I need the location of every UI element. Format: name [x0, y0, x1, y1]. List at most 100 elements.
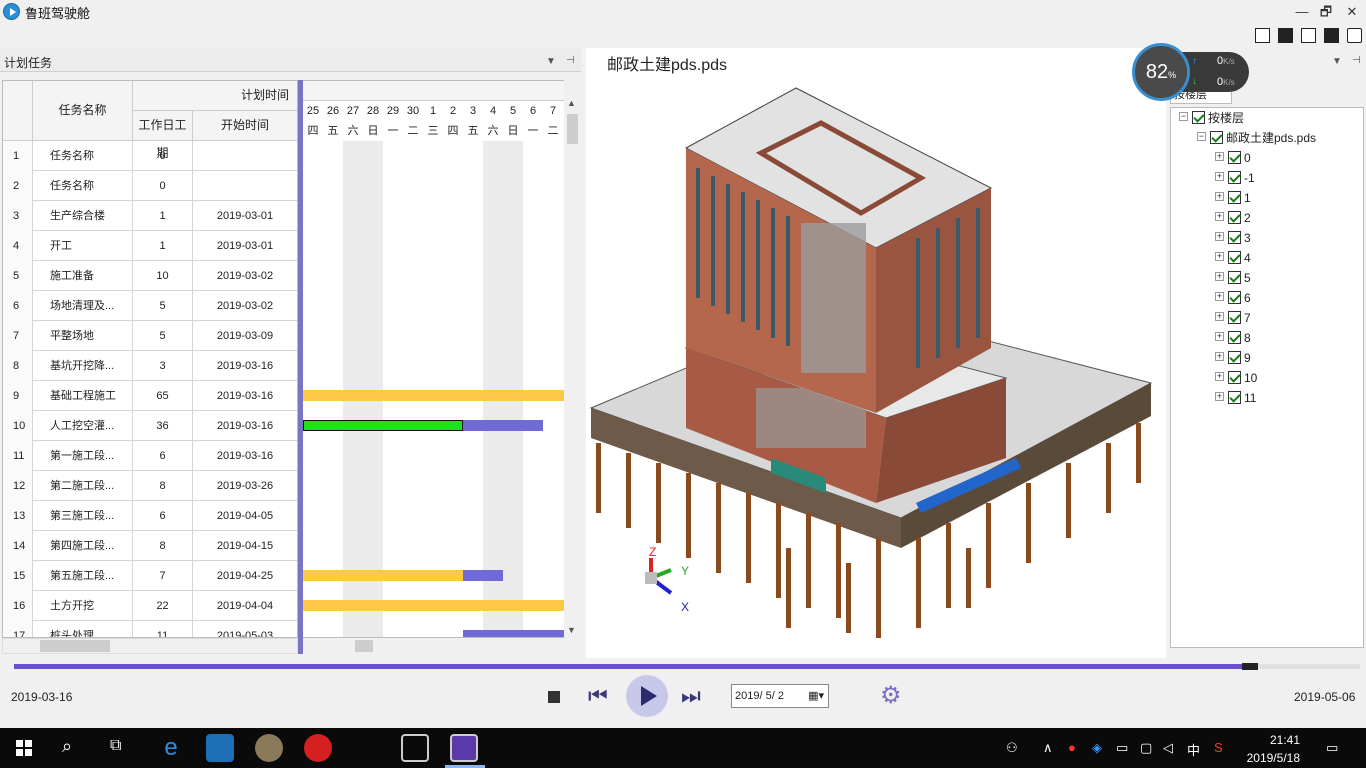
table-row[interactable]: 6 场地清理及... 5 2019-03-02	[3, 291, 297, 321]
tree-node-file[interactable]: − 邮政土建pds.pds	[1197, 128, 1316, 148]
checkbox[interactable]	[1228, 151, 1241, 164]
gantt-task-bar[interactable]	[463, 420, 543, 431]
grid-hscroll-thumb[interactable]	[40, 640, 110, 652]
checkbox[interactable]	[1210, 131, 1223, 144]
expand-toggle-icon[interactable]: +	[1215, 152, 1224, 161]
tree-node-floor[interactable]: +4	[1215, 248, 1251, 268]
checkbox[interactable]	[1228, 351, 1241, 364]
table-row[interactable]: 14 第四施工段... 8 2019-04-15	[3, 531, 297, 561]
timeline-knob[interactable]	[1242, 663, 1258, 670]
settings-gear-icon[interactable]: ⚙	[880, 684, 902, 708]
table-row[interactable]: 12 第二施工段... 8 2019-03-26	[3, 471, 297, 501]
gantt-task-bar[interactable]	[303, 570, 463, 581]
restore-button[interactable]: 🗗	[1314, 2, 1338, 22]
table-row[interactable]: 3 生产综合楼 1 2019-03-01	[3, 201, 297, 231]
close-button[interactable]: ✕	[1340, 2, 1364, 22]
table-row[interactable]: 9 基础工程施工 65 2019-03-16	[3, 381, 297, 411]
expand-toggle-icon[interactable]: +	[1215, 352, 1224, 361]
checkbox[interactable]	[1228, 291, 1241, 304]
checkbox[interactable]	[1228, 251, 1241, 264]
expand-toggle-icon[interactable]: +	[1215, 232, 1224, 241]
panel-dropdown-icon[interactable]: ▼	[546, 56, 556, 67]
task-view-icon[interactable]: ⧉	[110, 737, 121, 755]
tree-node-root[interactable]: − 按楼层	[1179, 108, 1244, 128]
checkbox[interactable]	[1228, 311, 1241, 324]
tree-node-floor[interactable]: +0	[1215, 148, 1251, 168]
app-cluster-icon[interactable]	[255, 734, 283, 762]
table-row[interactable]: 7 平整场地 5 2019-03-09	[3, 321, 297, 351]
expand-toggle-icon[interactable]: +	[1215, 392, 1224, 401]
memory-usage-gauge[interactable]: 82%	[1132, 43, 1190, 101]
tree-node-floor[interactable]: +7	[1215, 308, 1251, 328]
model-viewport[interactable]	[586, 48, 1166, 658]
tree-node-floor[interactable]: +9	[1215, 348, 1251, 368]
scroll-up-icon[interactable]: ▲	[567, 98, 576, 108]
solid-view-icon[interactable]	[1324, 28, 1339, 43]
scrollbar-thumb[interactable]	[567, 114, 578, 144]
ime-indicator[interactable]: 中	[1187, 740, 1200, 759]
previous-button[interactable]: ⏮	[588, 682, 608, 710]
volume-icon[interactable]: ◁	[1163, 740, 1173, 756]
gantt-task-bar[interactable]	[303, 600, 564, 611]
g-app-icon[interactable]	[401, 734, 429, 762]
grid-vertical-scrollbar[interactable]	[564, 96, 581, 638]
checkbox[interactable]	[1228, 371, 1241, 384]
gantt-hscroll-thumb[interactable]	[355, 640, 373, 652]
search-icon[interactable]: ⌕	[62, 736, 72, 757]
expand-toggle-icon[interactable]: +	[1215, 212, 1224, 221]
table-row[interactable]: 17 桩头处理 11 2019-05-03	[3, 621, 297, 637]
table-row[interactable]: 13 第三施工段... 6 2019-04-05	[3, 501, 297, 531]
gantt-task-bar[interactable]	[303, 390, 564, 401]
tree-node-floor[interactable]: + -1	[1215, 168, 1255, 188]
checkbox[interactable]	[1228, 211, 1241, 224]
table-row[interactable]: 15 第五施工段... 7 2019-04-25	[3, 561, 297, 591]
checkbox[interactable]	[1228, 191, 1241, 204]
tray-expand-icon[interactable]: ∧	[1043, 740, 1053, 756]
expand-toggle-icon[interactable]: +	[1215, 292, 1224, 301]
expand-toggle-icon[interactable]: −	[1179, 112, 1188, 121]
tree-node-floor[interactable]: +1	[1215, 188, 1251, 208]
calendar-icon[interactable]: ▦▾	[808, 685, 824, 707]
taskbar-clock[interactable]: 21:41 2019/5/18	[1240, 731, 1300, 767]
current-date-picker[interactable]: 2019/ 5/ 2 ▦▾	[731, 684, 829, 708]
checkbox[interactable]	[1228, 271, 1241, 284]
tree-node-floor[interactable]: +8	[1215, 328, 1251, 348]
tree-node-floor[interactable]: +5	[1215, 268, 1251, 288]
expand-toggle-icon[interactable]: +	[1215, 372, 1224, 381]
expand-toggle-icon[interactable]: +	[1215, 252, 1224, 261]
tree-node-floor[interactable]: +3	[1215, 228, 1251, 248]
table-row[interactable]: 11 第一施工段... 6 2019-03-16	[3, 441, 297, 471]
netease-music-icon[interactable]	[304, 734, 332, 762]
table-row[interactable]: 5 施工准备 10 2019-03-02	[3, 261, 297, 291]
luban-app-icon[interactable]	[450, 734, 478, 762]
checkbox[interactable]	[1228, 231, 1241, 244]
box-view-icon[interactable]	[1301, 28, 1316, 43]
notification-icon[interactable]: ▭	[1326, 740, 1338, 756]
checkbox[interactable]	[1228, 331, 1241, 344]
edge-icon[interactable]: e	[157, 734, 185, 762]
windows-start-icon[interactable]	[16, 740, 32, 756]
gantt-task-bar[interactable]	[303, 420, 463, 431]
expand-toggle-icon[interactable]: +	[1215, 312, 1224, 321]
play-button[interactable]	[626, 675, 668, 717]
col-header-name[interactable]: 任务名称	[33, 81, 133, 141]
pin-icon[interactable]: ⊣	[566, 55, 575, 66]
tree-node-floor[interactable]: +2	[1215, 208, 1251, 228]
table-row[interactable]: 8 基坑开挖降... 3 2019-03-16	[3, 351, 297, 381]
right-panel-dropdown-icon[interactable]: ▼	[1332, 56, 1342, 67]
people-icon[interactable]: ⚇	[1006, 740, 1018, 756]
cad-app-icon[interactable]	[206, 734, 234, 762]
tree-node-floor[interactable]: +11	[1215, 388, 1256, 408]
tree-node-floor[interactable]: +6	[1215, 288, 1251, 308]
table-row[interactable]: 4 开工 1 2019-03-01	[3, 231, 297, 261]
security-shield-icon[interactable]: ◈	[1092, 740, 1102, 756]
scroll-down-icon[interactable]: ▼	[567, 625, 576, 635]
qq-icon[interactable]: ●	[1068, 740, 1076, 755]
battery-icon[interactable]: ▭	[1116, 740, 1128, 756]
sogou-icon[interactable]: S	[1214, 740, 1223, 755]
checkbox[interactable]	[1228, 171, 1241, 184]
next-button[interactable]: ⏭	[681, 682, 701, 710]
expand-toggle-icon[interactable]: −	[1197, 132, 1206, 141]
cube-icon[interactable]	[1278, 28, 1293, 43]
layers-icon[interactable]	[1347, 28, 1362, 43]
